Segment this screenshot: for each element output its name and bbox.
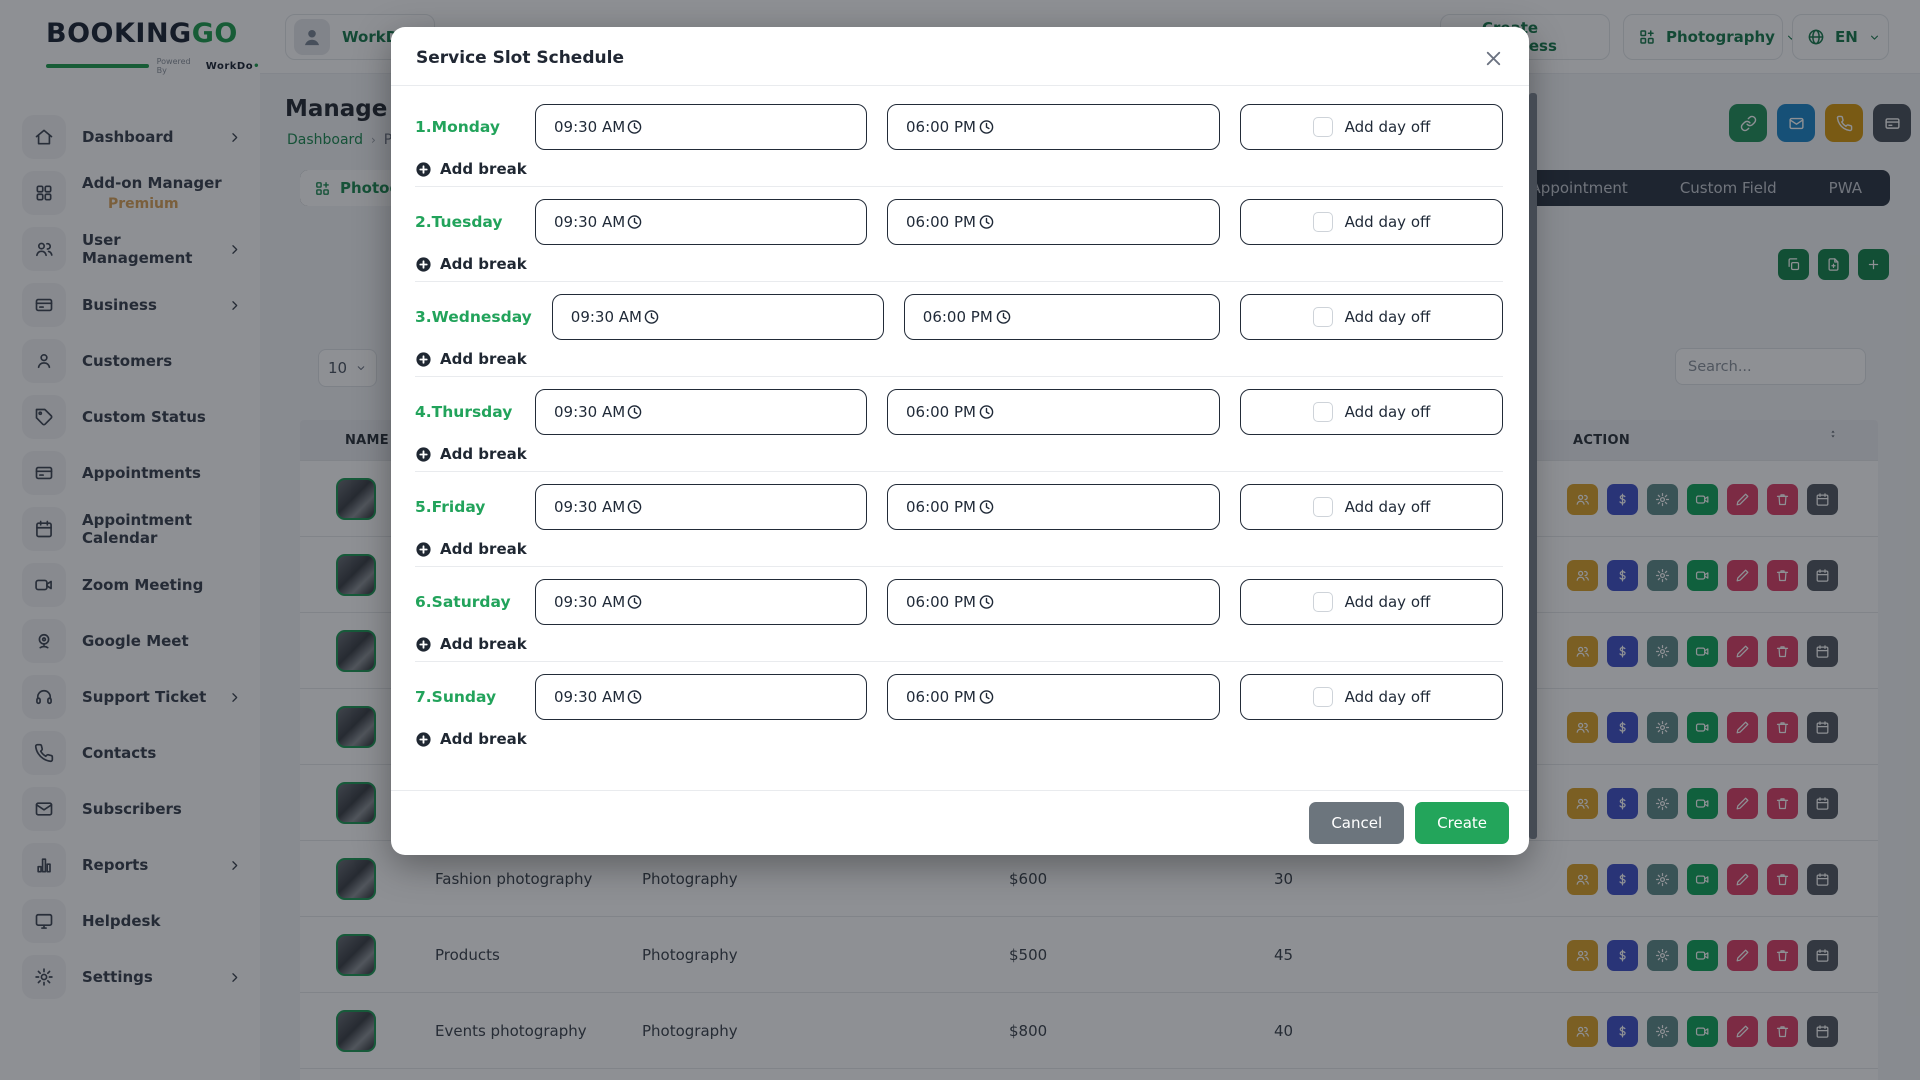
clock-icon bbox=[626, 214, 643, 231]
add-break-link[interactable]: Add break bbox=[415, 540, 1503, 558]
plus-circle-icon bbox=[415, 351, 432, 368]
add-day-off-box[interactable]: Add day off bbox=[1240, 674, 1503, 720]
plus-circle-icon bbox=[415, 446, 432, 463]
day-off-checkbox[interactable] bbox=[1313, 212, 1333, 232]
clock-icon bbox=[626, 499, 643, 516]
day-schedule-group: 1.Monday 09:30 AM 06:00 PM Add day off bbox=[415, 92, 1503, 187]
day-schedule-group: 7.Sunday 09:30 AM 06:00 PM Add day off bbox=[415, 662, 1503, 756]
add-day-off-box[interactable]: Add day off bbox=[1240, 294, 1503, 340]
day-schedule-group: 3.Wednesday 09:30 AM 06:00 PM Add day of… bbox=[415, 282, 1503, 377]
day-schedule-group: 2.Tuesday 09:30 AM 06:00 PM Add day off bbox=[415, 187, 1503, 282]
end-time-input[interactable]: 06:00 PM bbox=[887, 389, 1220, 435]
start-time-input[interactable]: 09:30 AM bbox=[535, 674, 867, 720]
clock-icon bbox=[978, 214, 995, 231]
start-time-input[interactable]: 09:30 AM bbox=[552, 294, 884, 340]
day-label: 6.Saturday bbox=[415, 593, 515, 611]
modal-header: Service Slot Schedule bbox=[391, 27, 1529, 86]
modal-footer: Cancel Create bbox=[391, 790, 1529, 855]
create-button[interactable]: Create bbox=[1415, 802, 1509, 844]
day-off-checkbox[interactable] bbox=[1313, 592, 1333, 612]
plus-circle-icon bbox=[415, 636, 432, 653]
add-day-off-box[interactable]: Add day off bbox=[1240, 104, 1503, 150]
service-slot-schedule-modal: Service Slot Schedule 1.Monday 09:30 AM … bbox=[391, 27, 1529, 855]
day-off-checkbox[interactable] bbox=[1313, 307, 1333, 327]
clock-icon bbox=[978, 689, 995, 706]
day-label: 2.Tuesday bbox=[415, 213, 515, 231]
day-off-checkbox[interactable] bbox=[1313, 687, 1333, 707]
close-icon bbox=[1482, 47, 1505, 70]
close-icon[interactable] bbox=[1482, 47, 1505, 70]
clock-icon bbox=[626, 404, 643, 421]
end-time-input[interactable]: 06:00 PM bbox=[887, 104, 1220, 150]
add-day-off-box[interactable]: Add day off bbox=[1240, 579, 1503, 625]
start-time-input[interactable]: 09:30 AM bbox=[535, 104, 867, 150]
clock-icon bbox=[978, 119, 995, 136]
day-schedule-group: 4.Thursday 09:30 AM 06:00 PM Add day off bbox=[415, 377, 1503, 472]
modal-title: Service Slot Schedule bbox=[416, 48, 1503, 68]
day-schedule-group: 5.Friday 09:30 AM 06:00 PM Add day off bbox=[415, 472, 1503, 567]
add-break-link[interactable]: Add break bbox=[415, 350, 1503, 368]
day-label: 4.Thursday bbox=[415, 403, 515, 421]
clock-icon bbox=[643, 309, 660, 326]
plus-circle-icon bbox=[415, 256, 432, 273]
day-label: 5.Friday bbox=[415, 498, 515, 516]
plus-circle-icon bbox=[415, 161, 432, 178]
add-break-link[interactable]: Add break bbox=[415, 635, 1503, 653]
day-schedule-group: 6.Saturday 09:30 AM 06:00 PM Add day off bbox=[415, 567, 1503, 662]
clock-icon bbox=[626, 689, 643, 706]
end-time-input[interactable]: 06:00 PM bbox=[887, 199, 1220, 245]
add-break-link[interactable]: Add break bbox=[415, 445, 1503, 463]
add-break-link[interactable]: Add break bbox=[415, 730, 1503, 748]
day-off-checkbox[interactable] bbox=[1313, 497, 1333, 517]
plus-circle-icon bbox=[415, 541, 432, 558]
day-off-checkbox[interactable] bbox=[1313, 402, 1333, 422]
add-break-link[interactable]: Add break bbox=[415, 160, 1503, 178]
start-time-input[interactable]: 09:30 AM bbox=[535, 389, 867, 435]
clock-icon bbox=[978, 499, 995, 516]
day-label: 3.Wednesday bbox=[415, 308, 532, 326]
add-day-off-box[interactable]: Add day off bbox=[1240, 389, 1503, 435]
plus-circle-icon bbox=[415, 731, 432, 748]
modal-scrollbar[interactable] bbox=[1529, 93, 1537, 839]
day-label: 7.Sunday bbox=[415, 688, 515, 706]
start-time-input[interactable]: 09:30 AM bbox=[535, 579, 867, 625]
start-time-input[interactable]: 09:30 AM bbox=[535, 484, 867, 530]
add-break-link[interactable]: Add break bbox=[415, 255, 1503, 273]
end-time-input[interactable]: 06:00 PM bbox=[904, 294, 1220, 340]
clock-icon bbox=[978, 404, 995, 421]
day-off-checkbox[interactable] bbox=[1313, 117, 1333, 137]
day-label: 1.Monday bbox=[415, 118, 515, 136]
clock-icon bbox=[978, 594, 995, 611]
add-day-off-box[interactable]: Add day off bbox=[1240, 484, 1503, 530]
end-time-input[interactable]: 06:00 PM bbox=[887, 484, 1220, 530]
add-day-off-box[interactable]: Add day off bbox=[1240, 199, 1503, 245]
start-time-input[interactable]: 09:30 AM bbox=[535, 199, 867, 245]
clock-icon bbox=[626, 119, 643, 136]
clock-icon bbox=[626, 594, 643, 611]
modal-body: 1.Monday 09:30 AM 06:00 PM Add day off bbox=[391, 86, 1529, 790]
end-time-input[interactable]: 06:00 PM bbox=[887, 674, 1220, 720]
cancel-button[interactable]: Cancel bbox=[1309, 802, 1404, 844]
end-time-input[interactable]: 06:00 PM bbox=[887, 579, 1220, 625]
clock-icon bbox=[995, 309, 1012, 326]
